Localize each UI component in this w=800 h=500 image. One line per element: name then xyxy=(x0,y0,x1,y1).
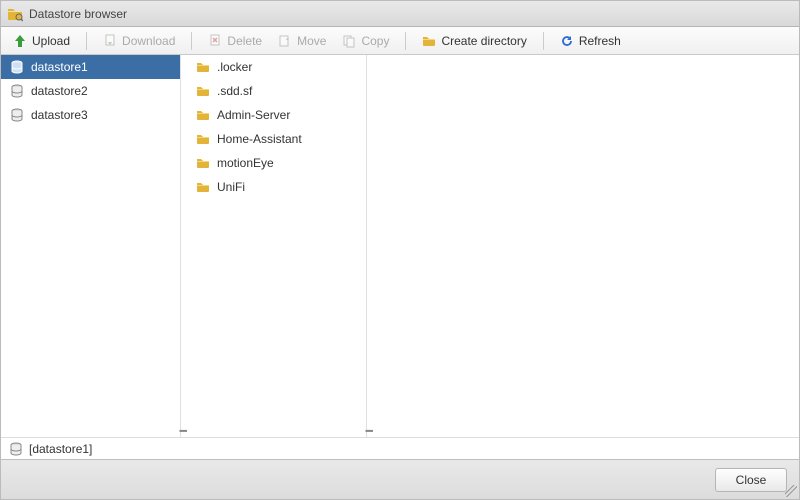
download-label: Download xyxy=(122,34,175,48)
delete-icon xyxy=(208,34,222,48)
upload-icon xyxy=(13,34,27,48)
copy-label: Copy xyxy=(361,34,389,48)
datastore-icon xyxy=(9,59,25,75)
details-pane xyxy=(373,55,799,437)
datastore-item-label: datastore2 xyxy=(31,84,88,98)
path-text: [datastore1] xyxy=(29,442,92,456)
refresh-label: Refresh xyxy=(579,34,621,48)
datastore-icon xyxy=(9,83,25,99)
folder-item-label: .sdd.sf xyxy=(217,84,252,98)
close-button[interactable]: Close xyxy=(715,468,787,492)
create-directory-button[interactable]: Create directory xyxy=(416,31,532,51)
folder-item-label: motionEye xyxy=(217,156,274,170)
folder-item-label: .locker xyxy=(217,60,252,74)
folder-icon xyxy=(195,155,211,171)
folder-item-label: Home-Assistant xyxy=(217,132,302,146)
content-area: datastore1datastore2datastore3 ||| .lock… xyxy=(1,55,799,437)
folder-item-label: Admin-Server xyxy=(217,108,290,122)
window-title: Datastore browser xyxy=(29,7,127,21)
datastore-item-label: datastore1 xyxy=(31,60,88,74)
folder-item-label: UniFi xyxy=(217,180,245,194)
close-label: Close xyxy=(736,473,767,487)
folder-item[interactable]: .sdd.sf xyxy=(187,79,366,103)
move-icon xyxy=(278,34,292,48)
datastore-item[interactable]: datastore1 xyxy=(1,55,180,79)
download-button[interactable]: Download xyxy=(97,31,181,51)
folder-icon xyxy=(195,179,211,195)
separator xyxy=(191,32,192,50)
datastore-icon xyxy=(9,107,25,123)
footer: Close xyxy=(1,459,799,499)
datastore-item-label: datastore3 xyxy=(31,108,88,122)
folder-list-pane: .locker .sdd.sf Admin-Server Home-Assistant… xyxy=(187,55,367,437)
separator xyxy=(543,32,544,50)
folder-item[interactable]: UniFi xyxy=(187,175,366,199)
toolbar: Upload Download Delete Move Copy Create … xyxy=(1,27,799,55)
folder-icon xyxy=(195,83,211,99)
datastore-list-pane: datastore1 datastore2 datastore3 xyxy=(1,55,181,437)
datastore-item[interactable]: datastore3 xyxy=(1,103,180,127)
folder-icon xyxy=(195,131,211,147)
folder-icon xyxy=(195,59,211,75)
folder-item[interactable]: .locker xyxy=(187,55,366,79)
copy-button[interactable]: Copy xyxy=(336,31,395,51)
datastore-icon xyxy=(9,442,23,456)
resize-grip[interactable] xyxy=(785,485,797,497)
refresh-icon xyxy=(560,34,574,48)
folder-item[interactable]: Admin-Server xyxy=(187,103,366,127)
move-button[interactable]: Move xyxy=(272,31,332,51)
folder-new-icon xyxy=(422,34,436,48)
titlebar: Datastore browser xyxy=(1,1,799,27)
folder-item[interactable]: Home-Assistant xyxy=(187,127,366,151)
separator xyxy=(86,32,87,50)
path-bar: [datastore1] xyxy=(1,437,799,459)
delete-label: Delete xyxy=(227,34,262,48)
upload-button[interactable]: Upload xyxy=(7,31,76,51)
folder-item[interactable]: motionEye xyxy=(187,151,366,175)
upload-label: Upload xyxy=(32,34,70,48)
create-directory-label: Create directory xyxy=(441,34,526,48)
separator xyxy=(405,32,406,50)
datastore-browser-icon xyxy=(7,6,23,22)
refresh-button[interactable]: Refresh xyxy=(554,31,627,51)
download-icon xyxy=(103,34,117,48)
move-label: Move xyxy=(297,34,326,48)
datastore-item[interactable]: datastore2 xyxy=(1,79,180,103)
delete-button[interactable]: Delete xyxy=(202,31,268,51)
copy-icon xyxy=(342,34,356,48)
datastore-browser-window: Datastore browser Upload Download Delete… xyxy=(0,0,800,500)
folder-icon xyxy=(195,107,211,123)
